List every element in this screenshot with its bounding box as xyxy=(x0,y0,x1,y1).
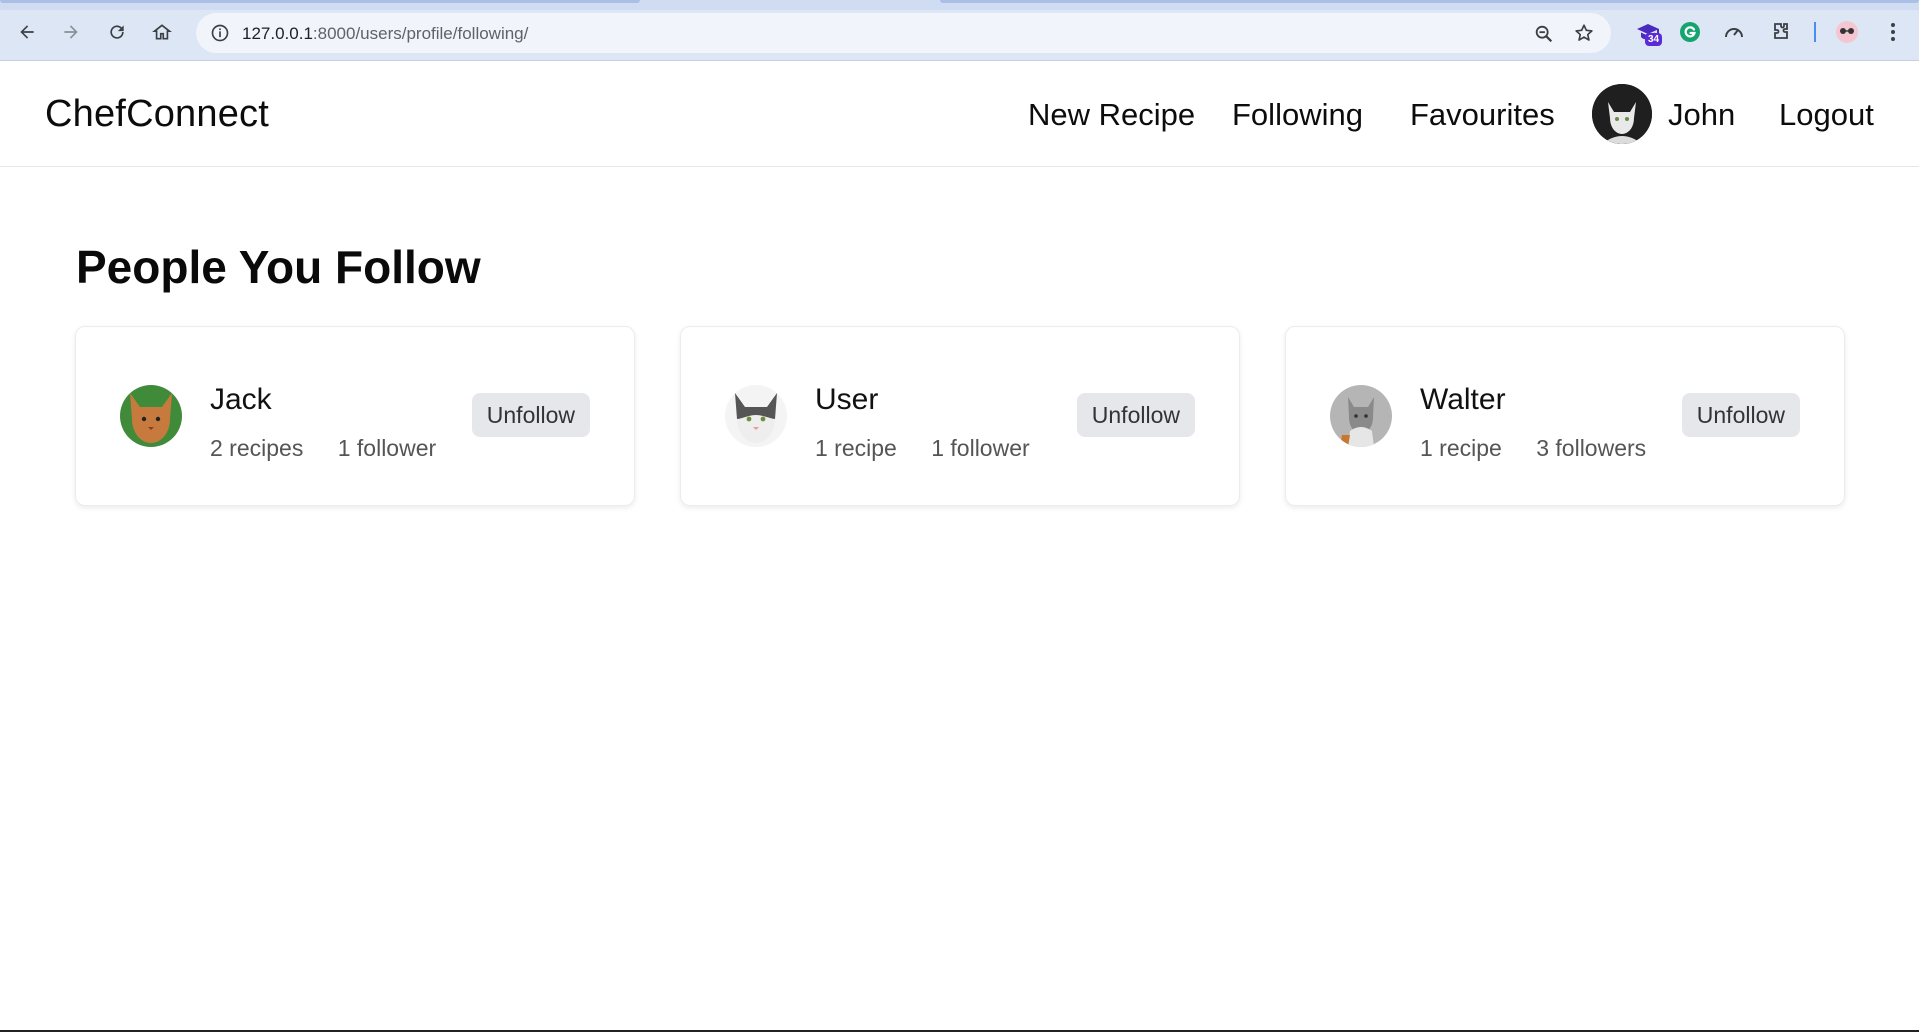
following-card: Walter 1 recipe 3 followers Unfollow xyxy=(1285,326,1845,506)
follower-count: 1 follower xyxy=(337,435,437,461)
user-stats: 1 recipe 3 followers xyxy=(1420,435,1646,462)
recipe-count: 1 recipe xyxy=(1420,435,1502,461)
url-host: 127.0.0.1 xyxy=(242,24,313,43)
tab-indicator[interactable] xyxy=(940,0,1919,3)
user-stats: 1 recipe 1 follower xyxy=(815,435,1030,462)
user-name[interactable]: User xyxy=(815,383,878,417)
url-text[interactable]: 127.0.0.1:8000/users/profile/following/ xyxy=(242,24,528,44)
avatar[interactable] xyxy=(1330,385,1392,447)
zoom-icon[interactable] xyxy=(1533,23,1555,45)
following-card: Jack 2 recipes 1 follower Unfollow xyxy=(75,326,635,506)
browser-toolbar: 127.0.0.1:8000/users/profile/following/ … xyxy=(0,0,1919,61)
user-avatar[interactable] xyxy=(1592,84,1652,144)
user-stats: 2 recipes 1 follower xyxy=(210,435,436,462)
nav-logout[interactable]: Logout xyxy=(1779,97,1874,133)
nav-favourites[interactable]: Favourites xyxy=(1410,97,1555,133)
toolbar-divider xyxy=(1814,22,1816,42)
user-name[interactable]: Jack xyxy=(210,383,272,417)
forward-icon[interactable] xyxy=(56,17,86,47)
nav-user-name[interactable]: John xyxy=(1668,97,1735,133)
tab-strip xyxy=(0,0,1919,10)
app-header: ChefConnect New Recipe Following Favouri… xyxy=(0,61,1919,167)
avatar[interactable] xyxy=(725,385,787,447)
nav-new-recipe[interactable]: New Recipe xyxy=(1028,97,1195,133)
follower-count: 1 follower xyxy=(931,435,1030,461)
browser-menu-icon[interactable] xyxy=(1880,19,1906,45)
unfollow-button[interactable]: Unfollow xyxy=(1076,393,1195,437)
following-card: User 1 recipe 1 follower Unfollow xyxy=(680,326,1240,506)
home-icon[interactable] xyxy=(147,17,177,47)
grammarly-icon[interactable] xyxy=(1677,19,1703,45)
speedometer-icon[interactable] xyxy=(1721,19,1747,45)
follower-count: 3 followers xyxy=(1536,435,1647,461)
brand-logo[interactable]: ChefConnect xyxy=(45,93,269,136)
site-info-icon[interactable] xyxy=(210,23,230,43)
recipe-count: 1 recipe xyxy=(815,435,897,461)
unfollow-button[interactable]: Unfollow xyxy=(471,393,590,437)
unfollow-button[interactable]: Unfollow xyxy=(1681,393,1800,437)
address-bar[interactable]: 127.0.0.1:8000/users/profile/following/ xyxy=(196,13,1611,53)
extensions-puzzle-icon[interactable] xyxy=(1768,19,1794,45)
avatar[interactable] xyxy=(120,385,182,447)
reload-icon[interactable] xyxy=(102,17,132,47)
extension-badge: 34 xyxy=(1645,33,1663,46)
nav-following[interactable]: Following xyxy=(1232,97,1363,133)
profile-avatar-icon[interactable] xyxy=(1834,19,1860,45)
url-path: :8000/users/profile/following/ xyxy=(312,24,529,43)
bookmark-star-icon[interactable] xyxy=(1573,22,1595,44)
back-icon[interactable] xyxy=(12,17,42,47)
recipe-count: 2 recipes xyxy=(210,435,304,461)
tab-indicator[interactable] xyxy=(0,0,640,3)
user-name[interactable]: Walter xyxy=(1420,383,1506,417)
page-title: People You Follow xyxy=(76,241,481,293)
